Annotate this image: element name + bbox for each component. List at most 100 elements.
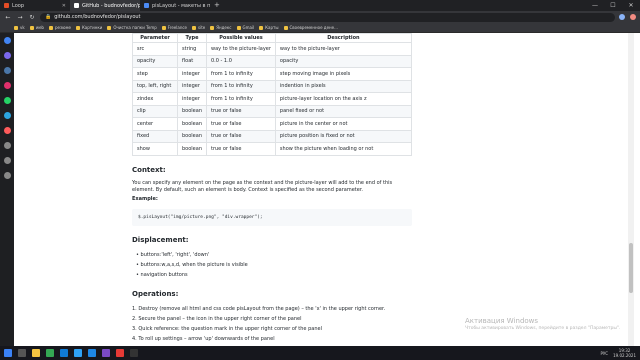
table-cell: step moving image in pixels — [274, 67, 413, 81]
bookmark-item[interactable]: Gmail — [236, 25, 254, 30]
window-controls: — ☐ ✕ — [586, 0, 640, 11]
table-cell: boolean — [177, 129, 207, 143]
tab-title: Loop — [12, 2, 24, 9]
lock-icon: 🔒 — [45, 14, 52, 20]
back-icon[interactable]: ← — [4, 14, 12, 21]
column-header: Description — [274, 33, 413, 43]
displacement-heading: Displacement: — [132, 235, 189, 244]
vk-icon[interactable] — [3, 67, 11, 74]
table-cell: true or false — [206, 142, 276, 156]
table-cell: boolean — [177, 117, 207, 131]
url-text: github.com/budnovfedor/pislayout — [54, 14, 141, 20]
table-row: clip boolean true or false panel fixed or n… — [132, 104, 413, 118]
table-cell: true or false — [206, 129, 276, 143]
context-text: You can specify any element on the page … — [132, 179, 393, 194]
operations-heading: Operations: — [132, 289, 179, 298]
bookmark-label: vk — [20, 25, 25, 30]
windows-start-icon[interactable] — [4, 349, 12, 357]
table-cell: integer — [177, 67, 207, 81]
list-item: 2. Secure the panel – the icon in the up… — [132, 315, 302, 322]
speed-dial-icon[interactable] — [3, 37, 11, 44]
bookmark-item[interactable]: Карты — [259, 25, 279, 30]
column-header: Parameter — [132, 33, 178, 43]
bookmark-label: Карты — [265, 25, 279, 30]
folder-icon — [283, 25, 288, 30]
browser-tab[interactable]: GitHub - budnovfedor/pi...✕ — [70, 0, 140, 11]
bookmark-item[interactable]: резюме — [48, 25, 71, 30]
table-cell: from 1 to infinity — [206, 92, 276, 106]
table-cell: way to the picture-layer — [206, 42, 276, 56]
bookmark-item[interactable]: site — [192, 25, 205, 30]
bookmark-item[interactable]: Freelance — [161, 25, 188, 30]
context-heading: Context: — [132, 165, 166, 174]
language-indicator[interactable]: РУС — [600, 351, 608, 356]
bookmarks-icon[interactable] — [3, 157, 11, 164]
system-tray: РУС 19:32 19.02.2021 — [600, 348, 636, 358]
table-header-row: Parameter Type Possible values Description — [132, 33, 413, 43]
browser-tab[interactable]: Loop ✕ — [0, 0, 70, 11]
folder-icon — [192, 25, 197, 30]
tab-favicon-icon — [144, 3, 149, 8]
bookmark-item[interactable]: Яндекс — [210, 25, 232, 30]
watermark-title: Активация Windows — [465, 317, 539, 325]
folder-icon — [75, 25, 80, 30]
messenger-icon[interactable] — [3, 52, 11, 59]
new-tab-button[interactable]: + — [210, 0, 224, 11]
table-cell: picture-layer location on the axis z — [274, 92, 413, 106]
scrollbar[interactable] — [628, 33, 634, 346]
terminal-icon[interactable] — [130, 349, 138, 357]
scrollbar-thumb[interactable] — [629, 243, 633, 293]
search-icon[interactable] — [18, 349, 26, 357]
table-row: opacity float 0.0 - 1.0 opacity — [132, 54, 413, 68]
bookmark-item[interactable]: Картинки — [75, 25, 103, 30]
table-cell: opacity — [132, 54, 178, 68]
bookmark-item[interactable]: vk — [14, 25, 25, 30]
edge-icon[interactable] — [60, 349, 68, 357]
photoshop-icon[interactable] — [74, 349, 82, 357]
table-cell: top, left, right — [132, 79, 178, 93]
parameters-table: Parameter Type Possible values Description … — [132, 33, 413, 156]
telegram-icon[interactable] — [3, 112, 11, 119]
file-explorer-icon[interactable] — [32, 349, 40, 357]
music-icon[interactable] — [3, 127, 11, 134]
table-cell: string — [177, 42, 207, 56]
bookmarks-bar: vk web резюме Картинки Очистка папки Temp Fre… — [0, 23, 640, 33]
toolbar-icons — [619, 14, 636, 20]
folder-icon — [236, 25, 241, 30]
history-icon[interactable] — [3, 142, 11, 149]
opera-icon[interactable] — [116, 349, 124, 357]
table-cell: show the picture when loading or not — [274, 142, 413, 156]
reload-icon[interactable]: ↻ — [28, 14, 36, 21]
chrome-icon[interactable] — [46, 349, 54, 357]
tab-favicon-icon — [74, 3, 79, 8]
clock[interactable]: 19:32 19.02.2021 — [613, 348, 636, 358]
forward-icon[interactable]: → — [16, 14, 24, 21]
bookmark-label: Freelance — [167, 25, 188, 30]
close-window-button[interactable]: ✕ — [622, 0, 640, 11]
bookmark-item[interactable]: web — [29, 25, 44, 30]
extension-icon[interactable] — [619, 14, 625, 20]
instagram-icon[interactable] — [3, 82, 11, 89]
visual-studio-icon[interactable] — [102, 349, 110, 357]
table-body: src string way to the picture-layer way to … — [132, 42, 413, 156]
table-cell: true or false — [206, 104, 276, 118]
table-cell: opacity — [274, 54, 413, 68]
vscode-icon[interactable] — [88, 349, 96, 357]
table-cell: picture in the center or not — [274, 117, 413, 131]
whatsapp-icon[interactable] — [3, 97, 11, 104]
list-item: 1. Destroy (remove all html and css code… — [132, 305, 386, 312]
close-tab-icon[interactable]: ✕ — [62, 3, 66, 9]
bookmark-item[interactable]: Своевременное дене... — [283, 25, 338, 30]
settings-icon[interactable] — [3, 172, 11, 179]
table-cell: true or false — [206, 117, 276, 131]
bookmark-item[interactable]: Очистка папки Temp — [107, 25, 157, 30]
table-cell: from 1 to infinity — [206, 67, 276, 81]
profile-icon[interactable] — [630, 14, 636, 20]
browser-tab[interactable]: pisLayout - макеты в па...✕ — [140, 0, 210, 11]
minimize-button[interactable]: — — [586, 0, 604, 11]
taskbar: РУС 19:32 19.02.2021 — [0, 346, 640, 360]
bookmark-label: Картинки — [81, 25, 103, 30]
bookmark-label: резюме — [54, 25, 71, 30]
maximize-button[interactable]: ☐ — [604, 0, 622, 11]
url-input[interactable]: 🔒 github.com/budnovfedor/pislayout — [40, 12, 615, 22]
